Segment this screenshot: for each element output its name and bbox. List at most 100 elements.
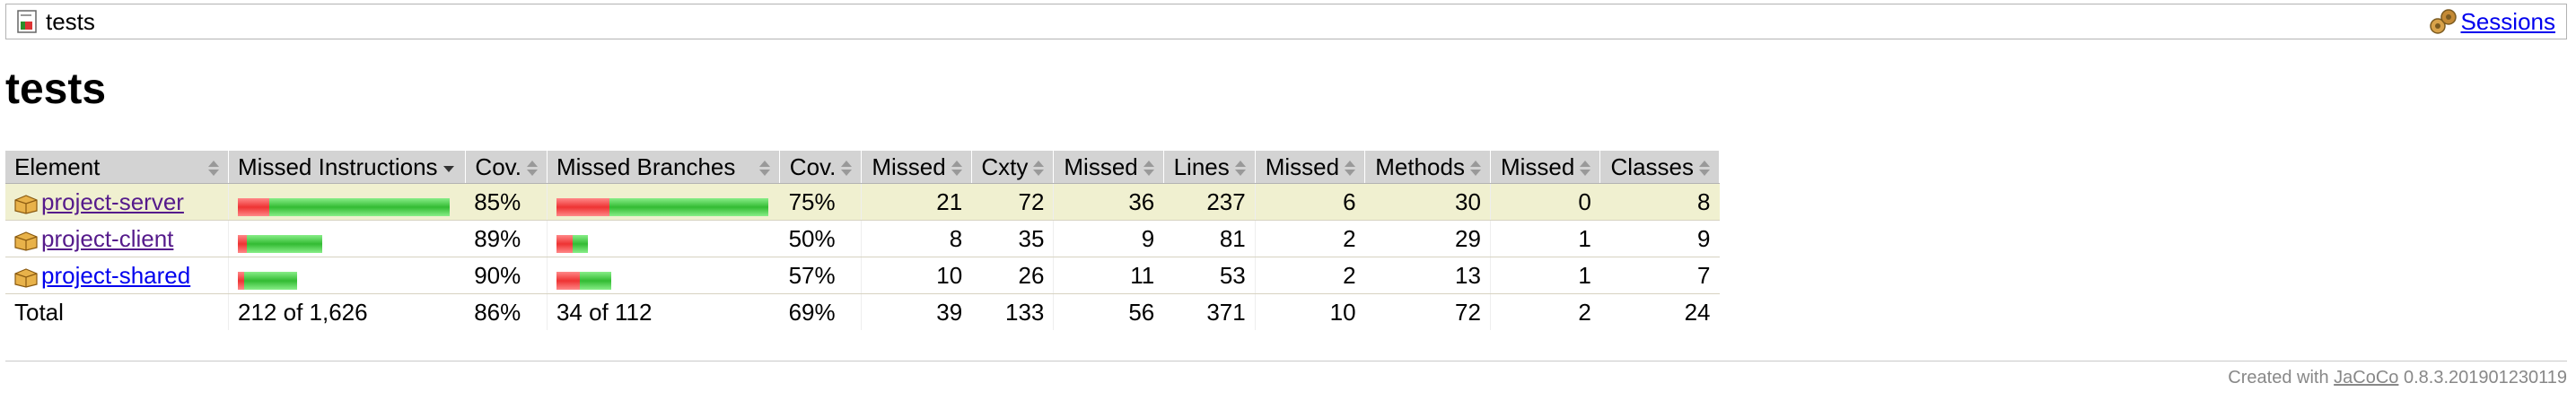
cell-element: project-shared: [5, 257, 230, 294]
cell-branches-bar: [547, 183, 780, 221]
sort-icon: [1469, 160, 1481, 177]
cell-lines: 53: [1163, 257, 1256, 294]
cell-element: project-client: [5, 220, 230, 257]
sort-icon: [1699, 160, 1710, 177]
jacoco-link[interactable]: JaCoCo: [2334, 368, 2398, 388]
branches-covered-bar: [579, 271, 611, 290]
sessions-link[interactable]: Sessions: [2461, 8, 2556, 36]
cell-missed-cxty: 8: [861, 220, 972, 257]
cell-instructions-bar: [228, 220, 466, 257]
cell-missed-methods: 2: [1255, 257, 1365, 294]
header-element[interactable]: Element: [5, 151, 230, 184]
branches-bar: [556, 195, 768, 216]
total-cxty: 133: [971, 293, 1055, 330]
sessions-icon[interactable]: [2429, 8, 2458, 35]
sort-icon: [1345, 160, 1356, 177]
sort-icon: [759, 160, 771, 177]
total-cov-instructions: 86%: [465, 293, 548, 330]
instructions-bar: [238, 268, 298, 290]
total-lines: 371: [1163, 293, 1256, 330]
cell-cov-instructions: 85%: [465, 183, 548, 221]
header-lines[interactable]: Lines: [1163, 151, 1256, 184]
total-label: Total: [5, 293, 230, 330]
instructions-missed-bar: [238, 271, 245, 290]
cell-cov-instructions: 89%: [465, 220, 548, 257]
header-missed-cxty[interactable]: Missed: [861, 151, 972, 184]
breadcrumb-title: tests: [46, 7, 95, 35]
instructions-covered-bar: [247, 234, 323, 253]
cell-methods: 13: [1364, 257, 1491, 294]
total-row: Total 212 of 1,626 86% 34 of 112 69% 39 …: [5, 293, 1720, 330]
cell-missed-classes: 1: [1490, 257, 1600, 294]
branches-bar: [556, 268, 611, 290]
cell-missed-methods: 2: [1255, 220, 1365, 257]
breadcrumb-right: Sessions: [2429, 8, 2556, 36]
branches-missed-bar: [556, 234, 573, 253]
cell-methods: 29: [1364, 220, 1491, 257]
header-missed-branches[interactable]: Missed Branches: [547, 151, 781, 184]
header-missed-lines[interactable]: Missed: [1053, 151, 1164, 184]
package-link[interactable]: project-server: [41, 188, 184, 215]
cell-lines: 81: [1163, 220, 1256, 257]
cell-instructions-bar: [228, 183, 466, 221]
total-cov-branches: 69%: [779, 293, 863, 330]
footer-prefix: Created with: [2228, 368, 2329, 388]
sort-icon: [951, 160, 962, 177]
total-methods: 72: [1364, 293, 1491, 330]
total-missed-methods: 10: [1255, 293, 1365, 330]
cell-cov-branches: 75%: [779, 183, 863, 221]
cell-element: project-server: [5, 183, 230, 221]
header-classes[interactable]: Classes: [1599, 151, 1720, 184]
package-link[interactable]: project-shared: [41, 262, 190, 289]
header-methods[interactable]: Methods: [1364, 151, 1491, 184]
sort-icon: [1580, 160, 1591, 177]
total-missed-classes: 2: [1490, 293, 1600, 330]
sort-desc-icon: [442, 161, 454, 177]
instructions-missed-bar: [238, 197, 270, 216]
cell-classes: 8: [1599, 183, 1720, 221]
total-instructions: 212 of 1,626: [228, 293, 466, 330]
branches-missed-bar: [556, 271, 580, 290]
cell-cov-instructions: 90%: [465, 257, 548, 294]
header-cxty[interactable]: Cxty: [971, 151, 1055, 184]
table-row: project-shared 90% 57% 10 26 11 53 2 13 1 7: [5, 257, 1720, 294]
branches-missed-bar: [556, 197, 609, 216]
branches-covered-bar: [609, 197, 768, 216]
table-header-row: Element Missed Instructions Cov. Missed …: [5, 151, 1720, 184]
header-missed-methods[interactable]: Missed: [1255, 151, 1366, 184]
header-missed-instructions[interactable]: Missed Instructions: [228, 151, 466, 184]
sort-icon: [1234, 160, 1246, 177]
branches-covered-bar: [572, 234, 588, 253]
sort-icon: [526, 160, 538, 177]
cell-instructions-bar: [228, 257, 466, 294]
branches-bar: [556, 231, 588, 253]
total-missed-cxty: 39: [861, 293, 972, 330]
total-missed-lines: 56: [1053, 293, 1164, 330]
cell-classes: 7: [1599, 257, 1720, 294]
sort-icon: [208, 160, 220, 177]
instructions-bar: [238, 231, 323, 253]
cell-methods: 30: [1364, 183, 1491, 221]
cell-missed-cxty: 21: [861, 183, 972, 221]
header-cov-branches[interactable]: Cov.: [779, 151, 863, 184]
header-cov-instructions[interactable]: Cov.: [465, 151, 548, 184]
cell-classes: 9: [1599, 220, 1720, 257]
cell-cxty: 26: [971, 257, 1055, 294]
header-missed-classes[interactable]: Missed: [1490, 151, 1601, 184]
cell-missed-lines: 36: [1053, 183, 1164, 221]
cell-cxty: 35: [971, 220, 1055, 257]
cell-missed-classes: 0: [1490, 183, 1600, 221]
cell-missed-methods: 6: [1255, 183, 1365, 221]
package-icon: [14, 231, 38, 251]
package-link[interactable]: project-client: [41, 225, 173, 252]
page-title: tests: [5, 65, 107, 113]
cell-missed-cxty: 10: [861, 257, 972, 294]
cell-cov-branches: 50%: [779, 220, 863, 257]
cell-missed-lines: 11: [1053, 257, 1164, 294]
total-classes: 24: [1599, 293, 1720, 330]
breadcrumb-left: tests: [15, 8, 95, 36]
package-icon: [14, 267, 38, 288]
sort-icon: [1143, 160, 1154, 177]
instructions-covered-bar: [244, 271, 298, 290]
coverage-table: Element Missed Instructions Cov. Missed …: [5, 151, 1720, 330]
